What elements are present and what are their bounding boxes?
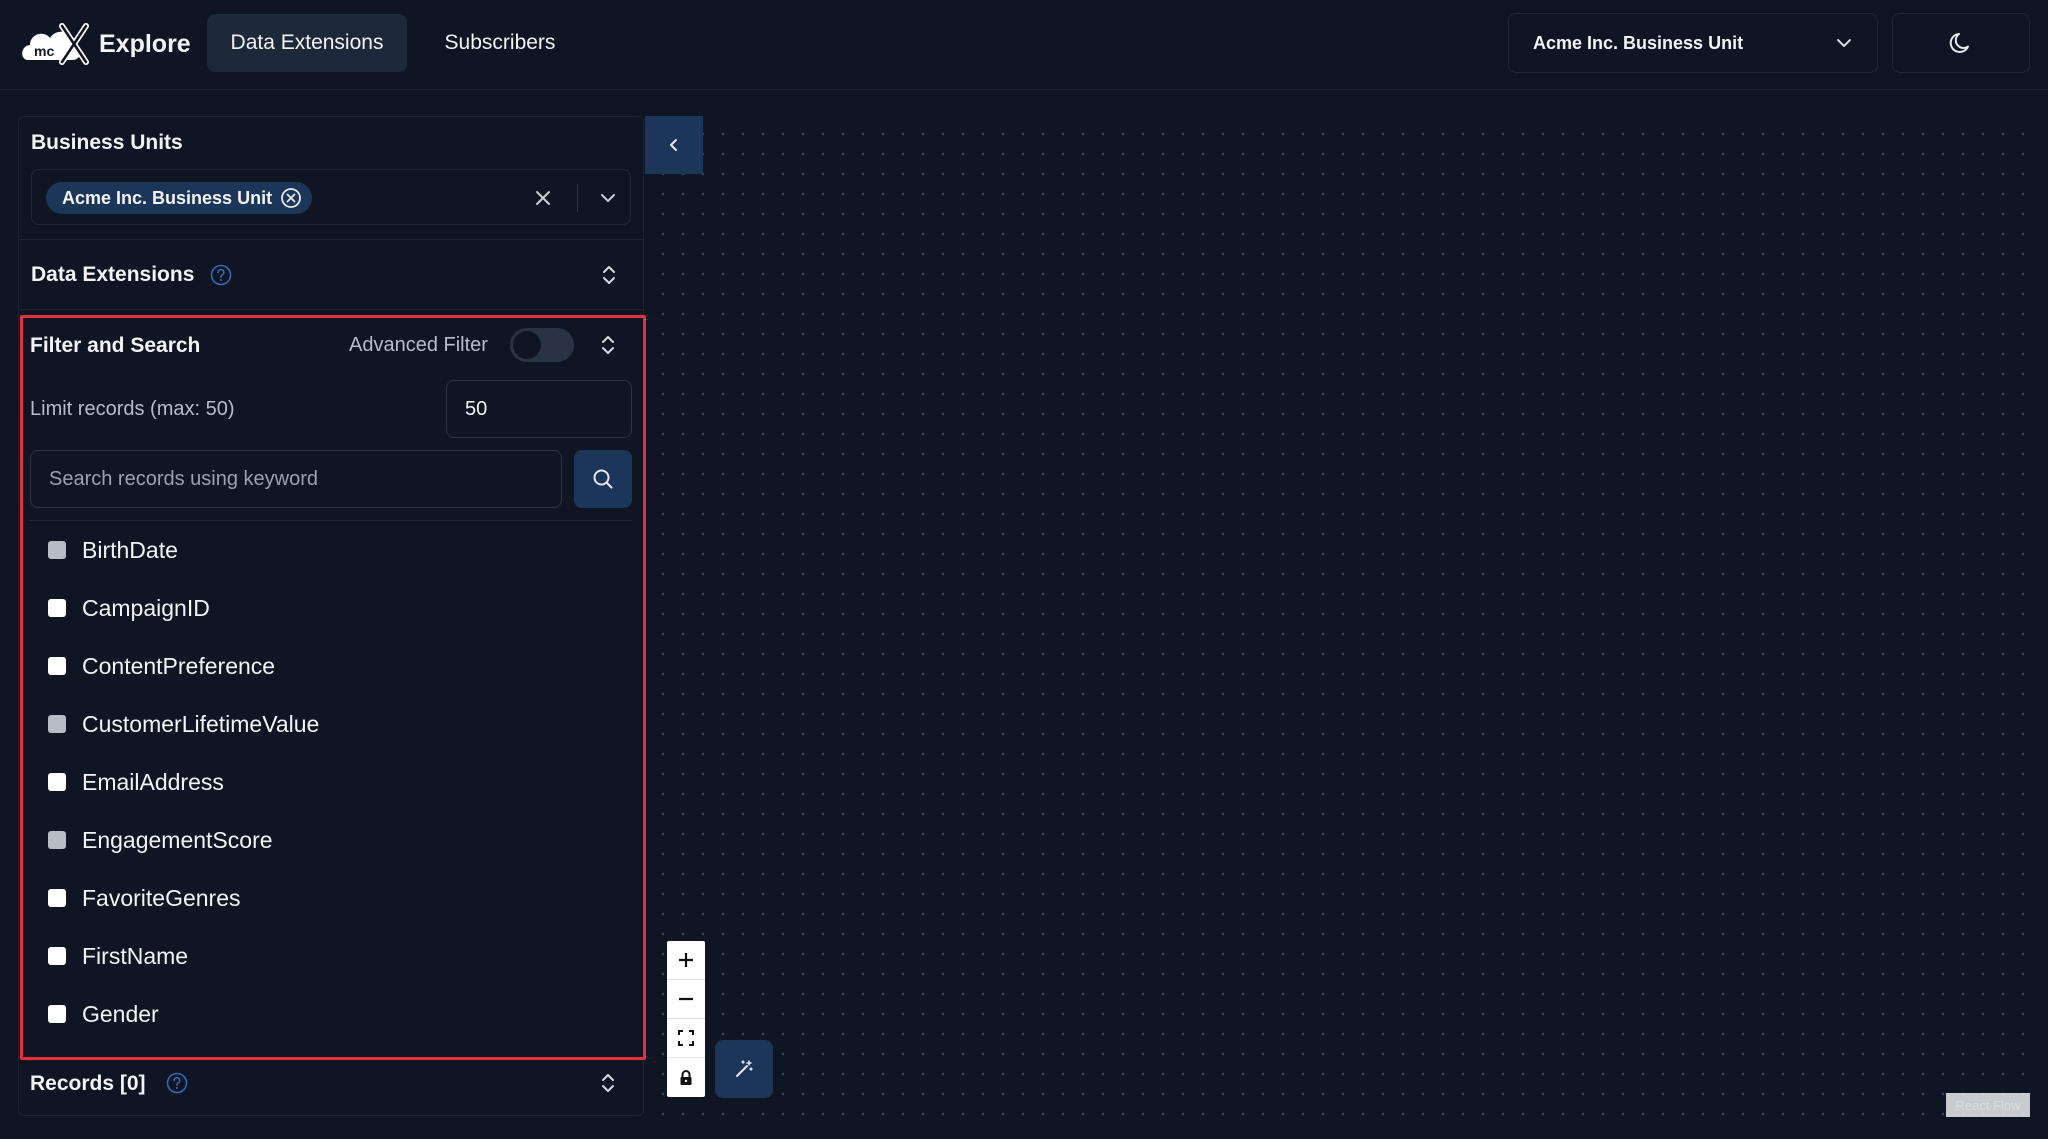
advanced-filter-label: Advanced Filter — [349, 334, 488, 356]
chevron-down-icon[interactable] — [597, 187, 619, 209]
field-checkbox[interactable] — [48, 1005, 66, 1023]
limit-records-label: Limit records (max: 50) — [30, 398, 235, 420]
field-option-campaignid[interactable]: CampaignID — [48, 588, 210, 628]
clear-icon[interactable] — [532, 187, 554, 209]
search-button[interactable] — [574, 450, 632, 508]
field-label: CustomerLifetimeValue — [82, 710, 320, 737]
auto-layout-button[interactable] — [715, 1040, 773, 1098]
chevron-left-icon — [670, 139, 677, 151]
fit-view-button[interactable] — [667, 1019, 705, 1058]
expand-collapse-icon[interactable] — [599, 263, 619, 287]
app-title: Explore — [99, 30, 191, 58]
field-label: EngagementScore — [82, 826, 273, 853]
field-label: ContentPreference — [82, 652, 276, 679]
zoom-in-button[interactable] — [667, 941, 705, 980]
divider — [19, 239, 643, 240]
chevron-down-icon — [1837, 39, 1851, 47]
lock-button[interactable] — [667, 1058, 705, 1097]
records-title: Records [0] — [30, 1072, 146, 1095]
field-option-birthdate[interactable]: BirthDate — [48, 530, 178, 570]
theme-toggle-button[interactable] — [1892, 13, 2030, 73]
plus-icon — [679, 953, 693, 967]
field-checkbox[interactable] — [48, 599, 66, 617]
divider — [19, 309, 643, 310]
field-label: FirstName — [82, 942, 189, 969]
field-checkbox[interactable] — [48, 715, 66, 733]
logo-text: mc — [34, 43, 54, 59]
search-icon — [593, 469, 613, 489]
divider — [577, 184, 578, 212]
collapse-sidebar-button[interactable] — [645, 116, 703, 174]
field-checkbox[interactable] — [48, 831, 66, 849]
help-icon[interactable] — [166, 1072, 188, 1094]
field-label: CampaignID — [82, 594, 210, 621]
canvas-controls — [667, 941, 705, 1097]
field-option-contentpreference[interactable]: ContentPreference — [48, 646, 275, 686]
field-checkbox[interactable] — [48, 889, 66, 907]
field-option-engagementscore[interactable]: EngagementScore — [48, 820, 273, 860]
field-option-firstname[interactable]: FirstName — [48, 936, 188, 976]
field-checkbox[interactable] — [48, 947, 66, 965]
tab-data-extensions[interactable]: Data Extensions — [207, 14, 407, 72]
business-units-title: Business Units — [31, 131, 183, 154]
expand-collapse-icon[interactable] — [598, 1071, 618, 1095]
business-unit-select-value: Acme Inc. Business Unit — [1533, 32, 1744, 53]
field-option-favoritegenres[interactable]: FavoriteGenres — [48, 878, 241, 918]
business-units-multiselect[interactable]: Acme Inc. Business Unit — [31, 169, 631, 225]
flow-canvas[interactable] — [645, 116, 2030, 1116]
help-icon[interactable] — [210, 264, 232, 286]
minus-icon — [679, 997, 693, 1001]
zoom-out-button[interactable] — [667, 980, 705, 1019]
field-option-gender[interactable]: Gender — [48, 994, 159, 1034]
fit-view-icon — [678, 1030, 694, 1046]
business-unit-chip: Acme Inc. Business Unit — [46, 182, 313, 214]
filter-search-title: Filter and Search — [30, 334, 201, 357]
field-option-emailaddress[interactable]: EmailAddress — [48, 762, 224, 802]
tab-subscribers[interactable]: Subscribers — [426, 14, 574, 72]
field-label: FavoriteGenres — [82, 884, 241, 911]
magic-wand-icon — [736, 1060, 753, 1077]
moon-icon — [1949, 33, 1969, 53]
chip-remove-icon[interactable] — [280, 187, 302, 209]
mc-logo-icon: mc — [22, 23, 89, 65]
top-bar: mc Explore Data Extensions Subscribers A… — [0, 0, 2048, 90]
field-checkbox[interactable] — [48, 657, 66, 675]
react-flow-attribution[interactable]: React Flow — [1946, 1093, 2030, 1117]
field-label: EmailAddress — [82, 768, 224, 795]
expand-collapse-icon[interactable] — [598, 333, 618, 357]
field-label: Gender — [82, 1000, 159, 1027]
divider — [30, 520, 632, 521]
field-option-customerlifetimevalue[interactable]: CustomerLifetimeValue — [48, 704, 319, 744]
business-unit-chip-label: Acme Inc. Business Unit — [62, 188, 273, 208]
search-input[interactable] — [30, 450, 562, 508]
business-unit-select[interactable]: Acme Inc. Business Unit — [1508, 13, 1878, 73]
field-checkbox[interactable] — [48, 773, 66, 791]
limit-records-input[interactable] — [446, 380, 632, 438]
toggle-knob — [513, 331, 541, 359]
advanced-filter-toggle[interactable] — [510, 328, 574, 362]
lock-icon — [680, 1069, 692, 1085]
data-extensions-title: Data Extensions — [31, 263, 195, 286]
field-label: BirthDate — [82, 536, 178, 563]
field-checkbox[interactable] — [48, 541, 66, 559]
